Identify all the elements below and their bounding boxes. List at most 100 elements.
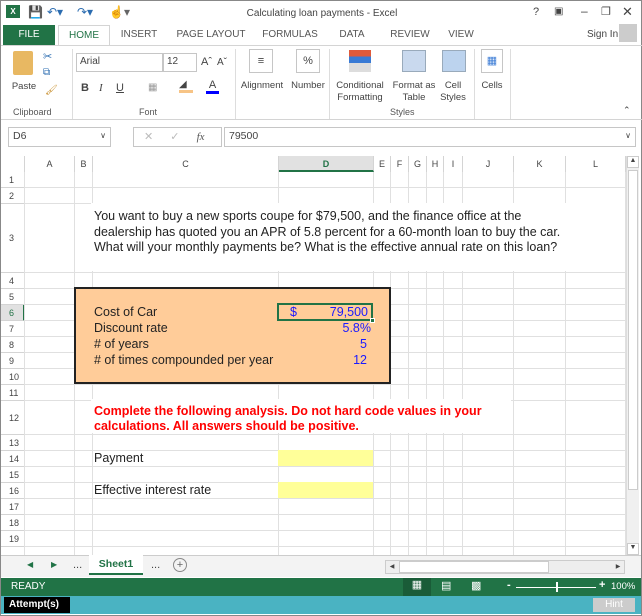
- add-sheet-icon[interactable]: +: [173, 558, 187, 572]
- cell-c6[interactable]: Cost of Car: [94, 305, 157, 319]
- bold-button[interactable]: B: [81, 82, 89, 94]
- more-sheets-right[interactable]: ...: [151, 559, 160, 571]
- column-header-e[interactable]: E: [374, 156, 391, 172]
- cell-c9[interactable]: # of times compounded per year: [94, 353, 273, 367]
- alignment-icon[interactable]: ≡: [249, 49, 273, 73]
- row-header-3[interactable]: 3: [1, 204, 25, 273]
- name-box[interactable]: D6 ∨: [8, 127, 111, 147]
- grow-font-icon[interactable]: Aˆ: [201, 56, 212, 68]
- formula-input[interactable]: 79500 ∨: [224, 127, 636, 147]
- row-header-10[interactable]: 10: [1, 369, 25, 385]
- cell-c14[interactable]: Payment: [94, 451, 143, 465]
- fill-color-icon[interactable]: ◢: [179, 79, 193, 93]
- select-all-corner[interactable]: [1, 156, 25, 172]
- cells-icon[interactable]: ▦: [481, 49, 503, 73]
- row-header-6[interactable]: 6: [1, 305, 25, 321]
- row-header-8[interactable]: 8: [1, 337, 25, 353]
- format-as-table-icon[interactable]: [402, 50, 426, 72]
- row-header-9[interactable]: 9: [1, 353, 25, 369]
- close-icon[interactable]: ✕: [622, 4, 633, 20]
- row-header-13[interactable]: 13: [1, 435, 25, 451]
- minimize-icon[interactable]: –: [581, 4, 588, 18]
- copy-icon[interactable]: ⧉: [43, 67, 50, 78]
- cell-d7[interactable]: 5.8%: [300, 321, 372, 335]
- paste-button[interactable]: Paste: [9, 81, 39, 93]
- insert-function-icon[interactable]: fx: [197, 131, 205, 143]
- row-header-2[interactable]: 2: [1, 188, 25, 204]
- horizontal-scrollbar[interactable]: ◀ ▶: [385, 560, 625, 574]
- zoom-in-icon[interactable]: +: [599, 579, 605, 591]
- cell-c8[interactable]: # of years: [94, 337, 149, 351]
- scroll-thumb[interactable]: [628, 170, 638, 490]
- tab-insert[interactable]: INSERT: [113, 25, 165, 45]
- chevron-down-icon[interactable]: ∨: [100, 131, 106, 140]
- enter-icon[interactable]: ✓: [170, 131, 179, 143]
- tab-formulas[interactable]: FORMULAS: [259, 25, 321, 45]
- row-header-20[interactable]: [1, 547, 25, 555]
- column-header-k[interactable]: K: [514, 156, 566, 172]
- font-color-icon[interactable]: A: [206, 79, 219, 94]
- row-header-12[interactable]: 12: [1, 401, 25, 435]
- column-header-l[interactable]: L: [566, 156, 626, 172]
- cell-c12-merged[interactable]: Complete the following analysis. Do not …: [91, 399, 511, 433]
- row-header-15[interactable]: 15: [1, 467, 25, 483]
- format-as-table-button[interactable]: Format as Table: [389, 80, 439, 104]
- font-size-box[interactable]: 12: [163, 53, 197, 72]
- column-header-i[interactable]: I: [444, 156, 463, 172]
- sign-in-link[interactable]: Sign In: [587, 29, 618, 40]
- borders-icon[interactable]: ▦: [148, 82, 157, 93]
- row-header-17[interactable]: 17: [1, 499, 25, 515]
- row-header-1[interactable]: 1: [1, 172, 25, 188]
- page-layout-view-icon[interactable]: ▤: [441, 579, 451, 592]
- tab-data[interactable]: DATA: [331, 25, 373, 45]
- cell-styles-button[interactable]: Cell Styles: [435, 80, 471, 104]
- tab-review[interactable]: REVIEW: [385, 25, 435, 45]
- alignment-button[interactable]: Alignment: [238, 80, 286, 92]
- hint-button[interactable]: Hint: [593, 598, 635, 612]
- more-sheets-left[interactable]: ...: [73, 559, 82, 571]
- help-icon[interactable]: ?: [533, 6, 539, 18]
- page-break-view-icon[interactable]: ▩: [471, 579, 481, 592]
- column-header-b[interactable]: B: [75, 156, 93, 172]
- underline-button[interactable]: U: [116, 82, 124, 94]
- column-header-f[interactable]: F: [391, 156, 409, 172]
- tab-home[interactable]: HOME: [58, 25, 110, 46]
- row-header-7[interactable]: 7: [1, 321, 25, 337]
- column-header-j[interactable]: J: [463, 156, 514, 172]
- row-header-5[interactable]: 5: [1, 289, 25, 305]
- row-header-11[interactable]: 11: [1, 385, 25, 401]
- conditional-formatting-icon[interactable]: [349, 50, 371, 72]
- number-button[interactable]: Number: [289, 80, 327, 92]
- column-header-h[interactable]: H: [427, 156, 444, 172]
- normal-view-icon[interactable]: ▦: [403, 578, 431, 596]
- font-name-box[interactable]: Arial: [76, 53, 163, 72]
- cell-c7[interactable]: Discount rate: [94, 321, 168, 335]
- column-header-c[interactable]: C: [93, 156, 279, 172]
- tab-view[interactable]: VIEW: [443, 25, 479, 45]
- row-header-4[interactable]: 4: [1, 273, 25, 289]
- sheet-tab-sheet1[interactable]: Sheet1: [89, 555, 143, 575]
- ribbon-display-icon[interactable]: ▣: [554, 6, 563, 17]
- shrink-font-icon[interactable]: Aˇ: [217, 57, 227, 68]
- italic-button[interactable]: I: [99, 82, 103, 94]
- row-header-18[interactable]: 18: [1, 515, 25, 531]
- format-painter-icon[interactable]: 🖌: [45, 85, 58, 96]
- tab-file[interactable]: FILE: [3, 25, 55, 45]
- conditional-formatting-button[interactable]: Conditional Formatting: [333, 80, 387, 104]
- scroll-up-icon[interactable]: ▲: [627, 156, 639, 168]
- restore-icon[interactable]: ❐: [601, 5, 611, 18]
- scroll-right-icon[interactable]: ▶: [612, 561, 624, 573]
- cell-d8[interactable]: 5: [300, 337, 367, 351]
- zoom-slider-thumb[interactable]: [556, 582, 558, 592]
- scroll-left-icon[interactable]: ◀: [386, 561, 398, 573]
- cell-d14-payment-input[interactable]: [278, 450, 373, 466]
- row-header-16[interactable]: 16: [1, 483, 25, 499]
- cells-button[interactable]: Cells: [477, 80, 507, 92]
- collapse-ribbon-icon[interactable]: ⌃: [623, 105, 631, 116]
- tab-page-layout[interactable]: PAGE LAYOUT: [173, 25, 249, 45]
- column-header-d[interactable]: D: [279, 156, 374, 172]
- zoom-out-icon[interactable]: -: [507, 579, 511, 591]
- cell-c16[interactable]: Effective interest rate: [94, 483, 211, 497]
- vertical-scrollbar[interactable]: ▲ ▼: [626, 156, 639, 555]
- paste-icon[interactable]: [13, 51, 33, 75]
